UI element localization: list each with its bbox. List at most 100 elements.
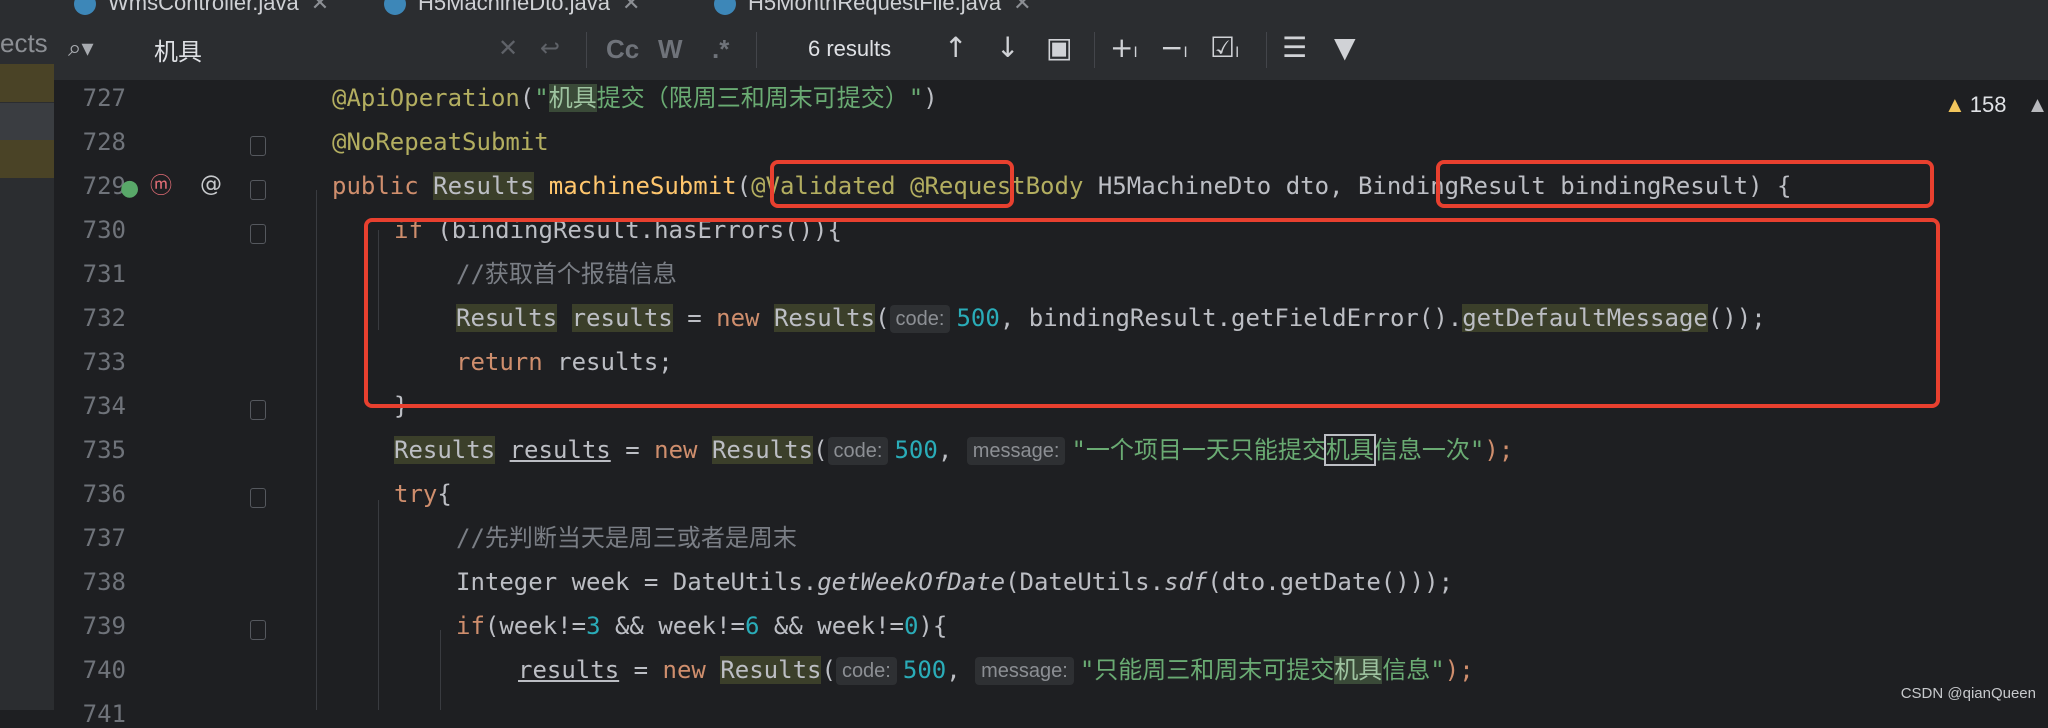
add-occurrence-icon[interactable]: +I [1110, 32, 1138, 69]
code-line-739: if(week!=3 && week!=6 && week!=0){ [456, 608, 947, 644]
annotation: @ApiOperation [332, 84, 520, 112]
close-icon[interactable]: ✕ [1013, 0, 1031, 15]
mapping-icon[interactable]: ⓜ [150, 168, 172, 200]
project-panel-edge[interactable]: ects [0, 0, 54, 710]
editor-tab-strip: WmsController.java ✕ H5MachineDto.java ✕ H… [54, 0, 2048, 20]
static-method-call: sdf [1164, 568, 1208, 596]
history-icon[interactable]: ↩ [540, 34, 560, 62]
token: ){ [918, 612, 948, 640]
inspection-widget[interactable]: ▲158 ▲8 ✓ [1944, 92, 2048, 118]
tab-h5-machine-dto[interactable]: H5MachineDto.java ✕ [384, 0, 640, 20]
token: ); [1444, 656, 1474, 684]
number-literal: 3 [586, 612, 601, 640]
next-occurrence-icon[interactable]: ↓ [996, 32, 1019, 64]
editor-gutter: 727 728 729 730 731 732 733 734 735 736 … [54, 80, 266, 728]
fold-marker-icon[interactable] [250, 136, 266, 156]
fold-marker-icon[interactable] [250, 620, 266, 640]
type-name: Results [720, 656, 822, 684]
token: ( [519, 84, 535, 112]
type-name: Results [433, 172, 535, 200]
token: (dto.getDate())); [1207, 568, 1454, 596]
project-row-highlight [0, 64, 54, 102]
watermark: CSDN @qianQueen [1900, 685, 2036, 702]
divider [586, 32, 587, 68]
fold-marker-icon[interactable] [250, 400, 266, 420]
string-literal: 信息一次" [1373, 436, 1485, 464]
parameter-hint: code: [835, 657, 897, 685]
static-method-call: getWeekOfDate [817, 568, 1006, 596]
token: , [946, 656, 961, 684]
annotation: @NoRepeatSubmit [332, 128, 549, 156]
parameter-hint: message: [966, 437, 1066, 465]
code-line-740: results = new Results(code: 500, message:… [518, 652, 1474, 688]
search-input[interactable] [154, 34, 514, 64]
find-bar: ⌕▾ ✕ ↩ Cc W .* 6 results ↑ ↓ ▣ +I −I ☑I … [54, 20, 2048, 81]
run-gutter-icon[interactable]: ● [120, 176, 139, 201]
token: ( [813, 436, 828, 464]
close-icon[interactable]: ✕ [311, 0, 329, 15]
code-editor[interactable]: 727 728 729 730 731 732 733 734 735 736 … [54, 80, 2048, 728]
token: { [437, 480, 452, 508]
previous-occurrence-icon[interactable]: ↑ [944, 32, 967, 64]
annotation-box-binding-result [1436, 160, 1934, 208]
line-number: 728 [82, 128, 126, 156]
line-number: 737 [82, 524, 126, 552]
divider [756, 32, 757, 68]
tab-wms-controller[interactable]: WmsController.java ✕ [74, 0, 329, 20]
tab-label: WmsController.java [108, 0, 299, 15]
code-line-736: try{ [394, 476, 452, 512]
annotation-at-icon[interactable]: @ [200, 172, 222, 197]
fold-marker-icon[interactable] [250, 488, 266, 508]
fold-marker-icon[interactable] [250, 180, 266, 200]
token: = [610, 436, 655, 464]
line-number: 730 [82, 216, 126, 244]
divider [1094, 32, 1095, 68]
whole-words-toggle[interactable]: W [658, 34, 683, 65]
indent-guide [378, 500, 379, 710]
search-match-current: 机具 [1323, 434, 1376, 466]
search-icon[interactable]: ⌕▾ [68, 34, 94, 62]
tab-label: H5MachineDto.java [418, 0, 610, 15]
number-literal: 500 [902, 656, 947, 684]
regex-toggle[interactable]: .* [712, 34, 729, 65]
open-in-window-icon[interactable]: ▣ [1046, 32, 1072, 64]
line-number: 732 [82, 304, 126, 332]
parameter: H5MachineDto dto, [1097, 172, 1344, 200]
annotation-box-error-check [364, 218, 1940, 408]
tab-label: H5MonthRequestFile.java [748, 0, 1002, 15]
code-line-735: Results results = new Results(code: 500, … [394, 432, 1513, 468]
string-literal: 信息" [1382, 656, 1445, 684]
code-line-728: @NoRepeatSubmit [332, 124, 549, 160]
tab-h5-month-request-file[interactable]: H5MonthRequestFile.java ✕ [714, 0, 1032, 20]
search-match: 机具 [1334, 656, 1383, 684]
method-name: machineSubmit [548, 172, 737, 200]
match-case-toggle[interactable]: Cc [606, 34, 639, 65]
type-name: Results [394, 436, 496, 464]
keyword: public [332, 172, 419, 200]
java-file-icon [74, 0, 96, 16]
clear-icon[interactable]: ✕ [498, 34, 518, 62]
remove-occurrence-icon[interactable]: −I [1160, 32, 1188, 69]
line-number: 736 [82, 480, 126, 508]
keyword: new [654, 436, 698, 464]
java-file-icon [384, 0, 406, 16]
string-literal: 提交（限周三和周末可提交）" [596, 84, 924, 112]
line-number: 729 [82, 172, 126, 200]
indent-guide [316, 190, 317, 710]
line-number: 731 [82, 260, 126, 288]
project-panel-label: ects [0, 28, 48, 58]
string-literal: " [534, 84, 549, 112]
parameter-hint: message: [975, 657, 1074, 685]
filter-icon[interactable]: ▼ [1334, 32, 1356, 64]
type-name: Results [711, 436, 814, 464]
variable: results [518, 656, 620, 684]
select-all-occurrences-icon[interactable]: ☑I [1210, 32, 1239, 69]
indent-guide [440, 630, 441, 710]
fold-marker-icon[interactable] [250, 224, 266, 244]
close-icon[interactable]: ✕ [622, 0, 640, 15]
weak-warning-icon: ▲ [2026, 92, 2048, 117]
filter-search-results-icon[interactable]: ☰ [1282, 32, 1307, 64]
code-line-727: @ApiOperation("机具提交（限周三和周末可提交）") [332, 80, 938, 116]
number-literal: 6 [745, 612, 760, 640]
code-line-738: Integer week = DateUtils.getWeekOfDate(D… [456, 564, 1453, 600]
